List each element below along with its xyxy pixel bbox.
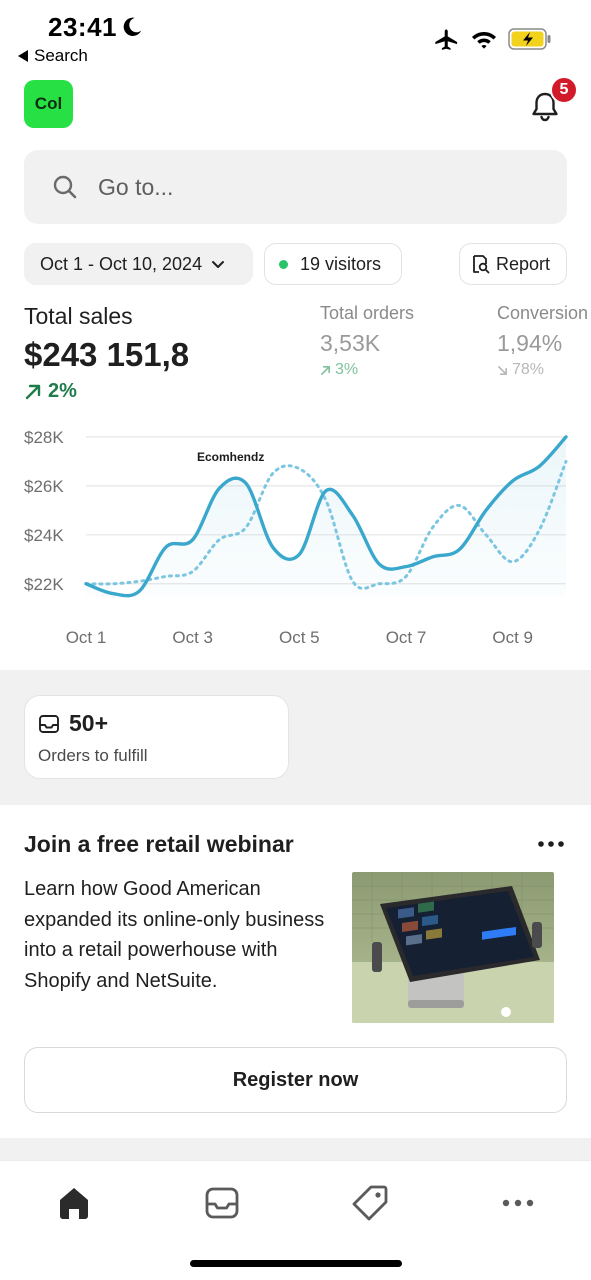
store-avatar[interactable]: Col bbox=[24, 80, 73, 128]
more-options-icon[interactable] bbox=[537, 840, 565, 848]
total-sales-change: 2% bbox=[24, 380, 77, 403]
conversion-metric[interactable]: Conversion 1,94% 78% bbox=[497, 303, 591, 379]
inbox-icon bbox=[39, 715, 59, 733]
section-divider bbox=[0, 1138, 591, 1160]
search-placeholder: Go to... bbox=[98, 173, 174, 200]
fulfill-caption: Orders to fulfill bbox=[38, 746, 148, 765]
watermark-text: Ecomhendz bbox=[197, 450, 265, 464]
register-now-button[interactable]: Register now bbox=[24, 1047, 567, 1113]
conversion-label: Conversion bbox=[497, 303, 589, 323]
back-to-search-link[interactable]: Search bbox=[18, 46, 88, 66]
report-search-icon bbox=[473, 255, 490, 274]
status-bar: 23:41 Search bbox=[0, 0, 591, 70]
series-area bbox=[86, 436, 566, 596]
back-label: Search bbox=[34, 46, 88, 65]
x-tick-label: Oct 5 bbox=[279, 628, 320, 647]
total-sales-label: Total sales bbox=[24, 303, 133, 329]
y-tick-label: $24K bbox=[24, 526, 64, 545]
y-tick-label: $26K bbox=[24, 477, 64, 496]
x-tick-label: Oct 9 bbox=[492, 628, 533, 647]
x-tick-label: Oct 7 bbox=[386, 628, 427, 647]
x-tick-label: Oct 1 bbox=[66, 628, 107, 647]
date-range-label: Oct 1 - Oct 10, 2024 bbox=[40, 253, 203, 274]
search-input[interactable]: Go to... bbox=[24, 150, 567, 224]
total-orders-change-value: 3% bbox=[335, 361, 359, 378]
products-tab-icon[interactable] bbox=[350, 1183, 390, 1223]
more-tab-icon[interactable] bbox=[498, 1183, 538, 1223]
chevron-down-icon bbox=[212, 261, 225, 268]
report-button[interactable]: Report bbox=[459, 243, 567, 285]
total-orders-change: 3% bbox=[320, 361, 414, 379]
webinar-card: Join a free retail webinar Learn how Goo… bbox=[0, 805, 591, 1138]
orders-to-fulfill-card[interactable]: 50+ Orders to fulfill bbox=[24, 695, 289, 779]
search-icon bbox=[53, 175, 77, 199]
conversion-change: 78% bbox=[497, 361, 591, 379]
conversion-change-value: 78% bbox=[512, 361, 545, 378]
airplane-mode-icon bbox=[435, 29, 458, 50]
webinar-description: Learn how Good American expanded its onl… bbox=[24, 878, 325, 992]
live-visitors-button[interactable]: 19 visitors bbox=[264, 243, 402, 285]
total-orders-metric[interactable]: Total orders 3,53K 3% bbox=[320, 303, 414, 379]
home-tab-icon[interactable] bbox=[54, 1183, 94, 1223]
arrow-down-right-icon bbox=[498, 365, 507, 375]
sales-line-chart[interactable]: $22K $26K $24K $28K Oct 1 Oct 3 Oct 5 Oct 7 Oct … bbox=[0, 420, 591, 660]
arrow-up-right-icon bbox=[25, 384, 41, 399]
live-dot-icon bbox=[279, 259, 288, 269]
arrow-up-right-icon bbox=[321, 365, 330, 375]
x-tick-label: Oct 3 bbox=[172, 628, 213, 647]
fulfill-count: 50+ bbox=[69, 710, 109, 736]
battery-charging-icon bbox=[508, 28, 551, 50]
total-sales-value: $243 151,8 bbox=[24, 336, 190, 373]
total-sales-change-value: 2% bbox=[48, 380, 77, 402]
clock: 23:41 bbox=[48, 12, 117, 42]
back-arrow-icon bbox=[18, 50, 28, 62]
total-orders-value: 3,53K bbox=[320, 330, 381, 356]
visitors-label: 19 visitors bbox=[300, 253, 382, 274]
moon-icon bbox=[123, 17, 142, 36]
wifi-icon bbox=[472, 32, 496, 49]
webinar-title: Join a free retail webinar bbox=[24, 831, 294, 857]
pos-terminal-image bbox=[352, 872, 554, 1023]
report-label: Report bbox=[496, 253, 551, 274]
orders-tab-icon[interactable] bbox=[202, 1183, 242, 1223]
conversion-value: 1,94% bbox=[497, 330, 563, 356]
y-tick-label: $22K bbox=[24, 575, 64, 594]
y-tick-label: $28K bbox=[24, 428, 64, 447]
date-range-selector[interactable]: Oct 1 - Oct 10, 2024 bbox=[24, 243, 253, 285]
total-orders-label: Total orders bbox=[320, 303, 415, 323]
home-indicator bbox=[190, 1260, 402, 1267]
notification-count-badge: 5 bbox=[550, 76, 578, 104]
